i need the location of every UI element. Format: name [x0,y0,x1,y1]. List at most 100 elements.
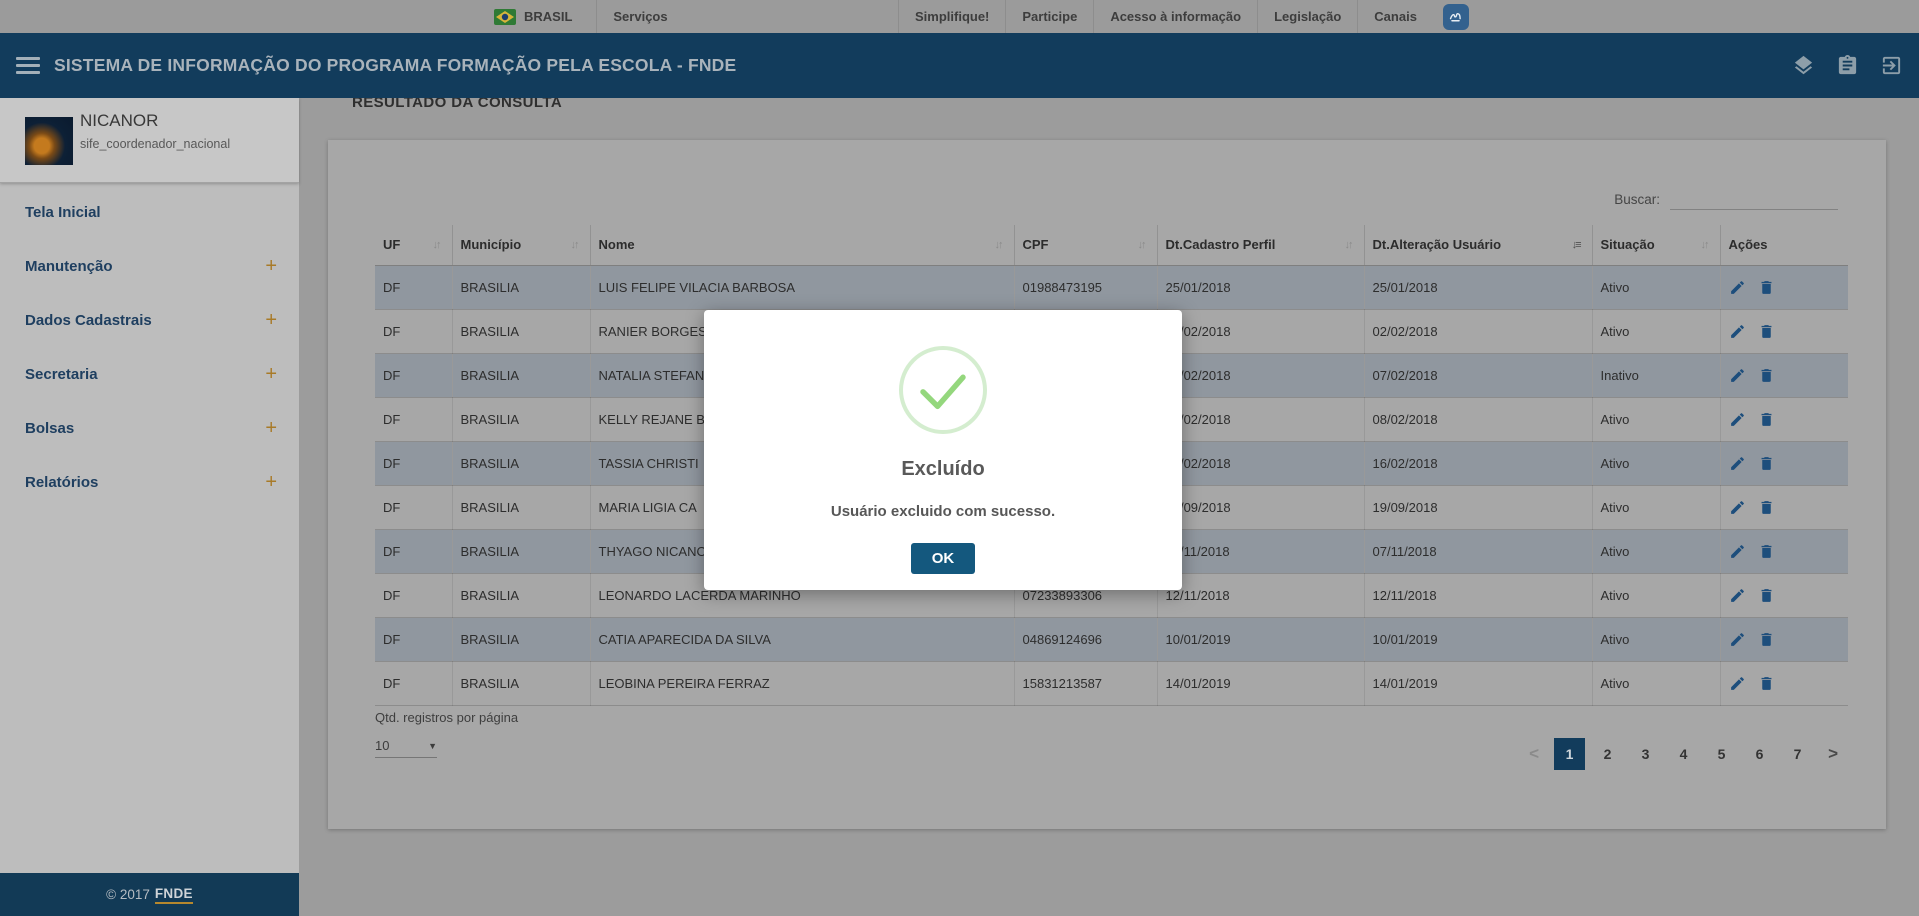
pagination-next[interactable]: > [1820,744,1846,764]
cell-uf: DF [375,265,452,309]
cell-municipio: BRASILIA [452,265,590,309]
sidebar-item-relatorios[interactable]: Relatórios + [0,455,299,509]
edit-pencil-icon[interactable] [1729,367,1746,384]
layers-icon[interactable] [1792,54,1815,77]
edit-pencil-icon[interactable] [1729,587,1746,604]
pagination-page-3[interactable]: 3 [1630,738,1661,770]
delete-trash-icon[interactable] [1758,367,1775,384]
cell-cpf: 01988473195 [1014,265,1157,309]
column-header-dt-alteracao[interactable]: Dt.Alteração Usuário↓≡ [1364,225,1592,265]
fnde-link[interactable]: FNDE [155,886,193,904]
pagination-page-5[interactable]: 5 [1706,738,1737,770]
sidebar-item-tela-inicial[interactable]: Tela Inicial [0,185,299,239]
delete-trash-icon[interactable] [1758,543,1775,560]
cell-municipio: BRASILIA [452,353,590,397]
sort-icon[interactable]: ↓↑ [1701,239,1712,251]
gov-link-participe[interactable]: Participe [1006,0,1093,33]
page-size-select[interactable]: 10▼ [375,734,437,758]
column-header-uf[interactable]: UF↓↑ [375,225,452,265]
delete-trash-icon[interactable] [1758,411,1775,428]
sort-icon[interactable]: ↓↑ [433,239,444,251]
edit-pencil-icon[interactable] [1729,323,1746,340]
delete-trash-icon[interactable] [1758,455,1775,472]
table-header-row: UF↓↑ Município↓↑ Nome↓↑ CPF↓↑ Dt.Cadastr… [375,225,1848,265]
pagination-page-1[interactable]: 1 [1554,738,1585,770]
edit-pencil-icon[interactable] [1729,499,1746,516]
edit-pencil-icon[interactable] [1729,631,1746,648]
column-header-nome[interactable]: Nome↓↑ [590,225,1014,265]
delete-trash-icon[interactable] [1758,587,1775,604]
cell-dt_alteracao: 14/01/2019 [1364,661,1592,705]
expand-plus-icon[interactable]: + [265,363,277,386]
gov-link-servicos[interactable]: Serviços [597,0,683,33]
column-header-cpf[interactable]: CPF↓↑ [1014,225,1157,265]
success-modal: Excluído Usuário excluido com sucesso. O… [704,310,1182,590]
sort-icon[interactable]: ↓↑ [995,239,1006,251]
delete-trash-icon[interactable] [1758,675,1775,692]
cell-uf: DF [375,617,452,661]
sort-icon-active[interactable]: ↓≡ [1572,239,1584,251]
pagination-page-2[interactable]: 2 [1592,738,1623,770]
expand-plus-icon[interactable]: + [265,417,277,440]
sort-icon[interactable]: ↓↑ [1138,239,1149,251]
cell-uf: DF [375,573,452,617]
clipboard-icon[interactable] [1836,54,1859,77]
gov-link-canais[interactable]: Canais [1358,0,1433,33]
cell-uf: DF [375,353,452,397]
pagination-page-6[interactable]: 6 [1744,738,1775,770]
edit-pencil-icon[interactable] [1729,279,1746,296]
cell-acoes [1720,397,1848,441]
sort-icon[interactable]: ↓↑ [571,239,582,251]
delete-trash-icon[interactable] [1758,499,1775,516]
cell-dt_alteracao: 08/02/2018 [1364,397,1592,441]
cell-dt_alteracao: 07/11/2018 [1364,529,1592,573]
menu-icon[interactable] [16,53,40,78]
delete-trash-icon[interactable] [1758,323,1775,340]
edit-pencil-icon[interactable] [1729,411,1746,428]
expand-plus-icon[interactable]: + [265,471,277,494]
cell-situacao: Ativo [1592,661,1720,705]
sort-icon[interactable]: ↓↑ [1345,239,1356,251]
gov-link-legislacao[interactable]: Legislação [1258,0,1357,33]
pagination-page-7[interactable]: 7 [1782,738,1813,770]
sidebar-item-manutencao[interactable]: Manutenção + [0,239,299,293]
delete-trash-icon[interactable] [1758,279,1775,296]
cell-acoes [1720,353,1848,397]
cell-acoes [1720,265,1848,309]
cell-cpf: 15831213587 [1014,661,1157,705]
cell-dt_alteracao: 07/02/2018 [1364,353,1592,397]
gov-link-acesso-informacao[interactable]: Acesso à informação [1094,0,1257,33]
edit-pencil-icon[interactable] [1729,455,1746,472]
pagination-prev[interactable]: < [1521,744,1547,764]
search-input[interactable] [1670,188,1838,210]
vlibras-accessibility-icon[interactable] [1443,4,1469,30]
sidebar-item-dados-cadastrais[interactable]: Dados Cadastrais + [0,293,299,347]
cell-situacao: Ativo [1592,397,1720,441]
cell-dt_cadastro: 19/09/2018 [1157,485,1364,529]
column-header-acoes: Ações [1720,225,1848,265]
gov-link-simplifique[interactable]: Simplifique! [899,0,1005,33]
edit-pencil-icon[interactable] [1729,675,1746,692]
cell-situacao: Inativo [1592,353,1720,397]
expand-plus-icon[interactable]: + [265,309,277,332]
column-header-situacao[interactable]: Situação↓↑ [1592,225,1720,265]
delete-trash-icon[interactable] [1758,631,1775,648]
cell-municipio: BRASILIA [452,573,590,617]
column-header-dt-cadastro[interactable]: Dt.Cadastro Perfil↓↑ [1157,225,1364,265]
cell-dt_alteracao: 02/02/2018 [1364,309,1592,353]
cell-acoes [1720,529,1848,573]
cell-dt_cadastro: 08/02/2018 [1157,397,1364,441]
cell-uf: DF [375,397,452,441]
column-header-municipio[interactable]: Município↓↑ [452,225,590,265]
pagination-page-4[interactable]: 4 [1668,738,1699,770]
modal-ok-button[interactable]: OK [911,543,975,574]
cell-municipio: BRASILIA [452,441,590,485]
logout-icon[interactable] [1880,54,1903,77]
expand-plus-icon[interactable]: + [265,255,277,278]
edit-pencil-icon[interactable] [1729,543,1746,560]
sidebar-item-bolsas[interactable]: Bolsas + [0,401,299,455]
cell-dt_cadastro: 25/01/2018 [1157,265,1364,309]
cell-dt_alteracao: 19/09/2018 [1364,485,1592,529]
avatar [25,117,73,165]
sidebar-item-secretaria[interactable]: Secretaria + [0,347,299,401]
